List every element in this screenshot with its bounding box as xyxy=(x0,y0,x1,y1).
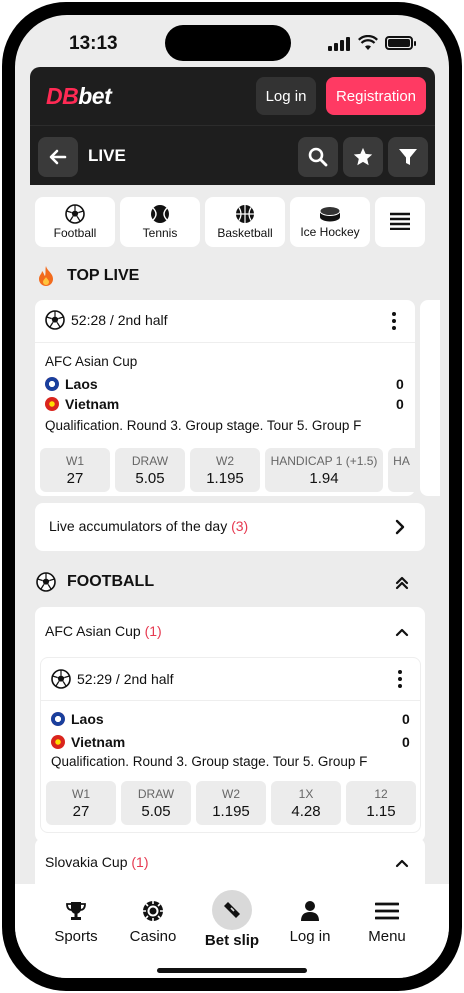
odd-button-w1[interactable]: W1 27 xyxy=(46,781,116,825)
status-time: 13:13 xyxy=(69,33,118,54)
hamburger-icon xyxy=(375,902,399,920)
chevron-up-icon[interactable] xyxy=(395,627,409,637)
sport-chip-football[interactable]: Football xyxy=(35,197,115,247)
sport-chip-label: Football xyxy=(53,226,97,240)
sport-chip-label: Basketball xyxy=(217,226,273,240)
basketball-icon xyxy=(236,205,254,223)
odd-button-draw[interactable]: DRAW 5.05 xyxy=(115,448,185,492)
user-icon xyxy=(301,901,319,921)
nav-bet-slip[interactable]: Bet slip xyxy=(192,890,272,949)
nav-casino[interactable]: Casino xyxy=(113,898,193,945)
hockey-puck-icon xyxy=(319,206,341,222)
league-header-slovakia[interactable]: Slovakia Cup (1) xyxy=(45,854,149,870)
league-header-afc[interactable]: AFC Asian Cup (1) xyxy=(45,623,162,639)
live-header: LIVE xyxy=(30,125,435,185)
score-team-2: 0 xyxy=(396,396,404,412)
odd-button-handicap-2[interactable]: HA xyxy=(388,448,415,492)
team-1: Laos xyxy=(45,376,98,392)
soccer-ball-icon xyxy=(36,572,56,592)
search-button[interactable] xyxy=(298,137,338,177)
ticket-icon xyxy=(224,902,240,918)
arrow-left-icon xyxy=(49,149,67,165)
live-accumulators-link[interactable]: Live accumulators of the day (3) xyxy=(35,503,425,551)
home-indicator[interactable] xyxy=(157,968,307,973)
odd-button-w2[interactable]: W2 1.195 xyxy=(190,448,260,492)
match-info: Qualification. Round 3. Group stage. Tou… xyxy=(45,418,362,433)
trophy-icon xyxy=(66,902,86,920)
odd-button-12[interactable]: 12 1.15 xyxy=(346,781,416,825)
top-header: DBbet Log in Registration xyxy=(30,67,435,125)
odd-button-w1[interactable]: W1 27 xyxy=(40,448,110,492)
section-title-football: FOOTBALL xyxy=(67,573,155,590)
league-name: AFC Asian Cup xyxy=(45,354,138,369)
odd-button-handicap[interactable]: HANDICAP 1 (+1.5) 1.94 xyxy=(265,448,383,492)
sport-chip-label: Ice Hockey xyxy=(300,225,360,239)
phone-frame: 13:13 DBbet Log in Registration LIVE Foo… xyxy=(2,2,462,991)
odd-button-w2[interactable]: W2 1.195 xyxy=(196,781,266,825)
laos-flag-icon xyxy=(51,712,65,726)
football-match-card[interactable]: 52:29 / 2nd half Laos Vietnam 0 0 Qualif… xyxy=(40,657,421,833)
match-time: 52:29 / 2nd half xyxy=(77,671,174,687)
signal-icon xyxy=(328,37,350,51)
soccer-ball-icon xyxy=(51,669,71,689)
nav-sports[interactable]: Sports xyxy=(36,898,116,945)
sport-chip-tennis[interactable]: Tennis xyxy=(120,197,200,247)
accumulators-label: Live accumulators of the day (3) xyxy=(49,518,249,534)
score-team-1: 0 xyxy=(396,376,404,392)
divider xyxy=(35,342,415,343)
fire-icon xyxy=(39,266,53,286)
bottom-navigation: Sports Casino Bet slip Log in Menu xyxy=(15,884,449,978)
soccer-ball-icon xyxy=(65,204,85,224)
odd-button-1x[interactable]: 1X 4.28 xyxy=(271,781,341,825)
screen: 13:13 DBbet Log in Registration LIVE Foo… xyxy=(15,15,449,978)
brand-logo[interactable]: DBbet xyxy=(46,83,112,110)
laos-flag-icon xyxy=(45,377,59,391)
filter-button[interactable] xyxy=(388,137,428,177)
nav-menu[interactable]: Menu xyxy=(347,898,427,945)
league-group-afc: AFC Asian Cup (1) 52:29 / 2nd half Laos … xyxy=(35,607,425,842)
search-icon xyxy=(308,147,328,167)
top-live-match-card[interactable]: 52:28 / 2nd half AFC Asian Cup Laos Viet… xyxy=(35,300,415,496)
score-team-1: 0 xyxy=(402,711,410,727)
match-info: Qualification. Round 3. Group stage. Tou… xyxy=(51,754,368,769)
match-time: 52:28 / 2nd half xyxy=(71,312,168,328)
chevron-right-icon xyxy=(395,519,405,535)
more-options-icon[interactable] xyxy=(397,670,403,690)
vietnam-flag-icon xyxy=(51,735,65,749)
wifi-icon xyxy=(358,35,378,50)
next-match-card-peek[interactable] xyxy=(420,300,440,496)
sports-more-button[interactable] xyxy=(375,197,425,247)
dynamic-island xyxy=(165,25,291,61)
star-icon xyxy=(353,147,373,166)
sport-chip-ice-hockey[interactable]: Ice Hockey xyxy=(290,197,370,247)
odd-button-draw[interactable]: DRAW 5.05 xyxy=(121,781,191,825)
nav-log-in[interactable]: Log in xyxy=(270,898,350,945)
sport-chip-basketball[interactable]: Basketball xyxy=(205,197,285,247)
soccer-ball-icon xyxy=(45,310,65,330)
tennis-ball-icon xyxy=(151,205,169,223)
page-title: LIVE xyxy=(88,146,126,165)
login-button[interactable]: Log in xyxy=(256,77,316,115)
list-icon xyxy=(390,212,410,230)
battery-icon xyxy=(385,36,416,50)
section-title-top-live: TOP LIVE xyxy=(67,267,140,284)
more-options-icon[interactable] xyxy=(391,312,397,332)
team-2: Vietnam xyxy=(45,396,119,412)
back-button[interactable] xyxy=(38,137,78,177)
sport-chip-label: Tennis xyxy=(142,226,178,240)
team-2: Vietnam xyxy=(51,734,125,750)
chevron-up-icon[interactable] xyxy=(395,858,409,868)
team-1: Laos xyxy=(51,711,104,727)
filter-icon xyxy=(399,149,417,165)
divider xyxy=(41,700,420,701)
score-team-2: 0 xyxy=(402,734,410,750)
collapse-all-icon[interactable] xyxy=(395,575,409,591)
vietnam-flag-icon xyxy=(45,397,59,411)
favorites-button[interactable] xyxy=(343,137,383,177)
registration-button[interactable]: Registration xyxy=(326,77,426,115)
casino-chip-icon xyxy=(143,901,163,921)
status-bar: 13:13 xyxy=(15,15,449,71)
